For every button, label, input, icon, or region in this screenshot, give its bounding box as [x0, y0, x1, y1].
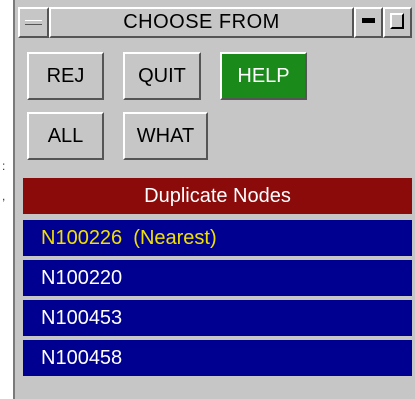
edge-mark-colon: : [2, 159, 6, 173]
minimize-icon [362, 18, 375, 23]
edge-mark-comma: , [2, 189, 6, 203]
choose-from-window: CHOOSE FROM REJ QUIT HELP ALL WHAT Dupli… [13, 0, 415, 399]
title-bar: CHOOSE FROM [18, 7, 412, 38]
screen: : , CHOOSE FROM REJ QUIT HELP ALL WHAT D… [0, 0, 415, 399]
window-menu-button[interactable] [18, 7, 49, 38]
list-header: Duplicate Nodes [23, 178, 412, 214]
quit-button[interactable]: QUIT [123, 52, 201, 100]
minimize-button[interactable] [354, 7, 383, 38]
rej-button[interactable]: REJ [27, 52, 104, 100]
list-item[interactable]: N100453 [23, 300, 412, 336]
list-item[interactable]: N100458 [23, 340, 412, 376]
all-button[interactable]: ALL [27, 112, 104, 160]
what-button[interactable]: WHAT [123, 112, 208, 160]
help-button[interactable]: HELP [220, 52, 307, 100]
window-menu-icon [25, 20, 42, 25]
window-title: CHOOSE FROM [49, 7, 354, 38]
list-item-nearest[interactable]: N100226 (Nearest) [23, 220, 412, 256]
list-item[interactable]: N100220 [23, 260, 412, 296]
maximize-icon [390, 13, 404, 29]
maximize-button[interactable] [383, 7, 412, 38]
